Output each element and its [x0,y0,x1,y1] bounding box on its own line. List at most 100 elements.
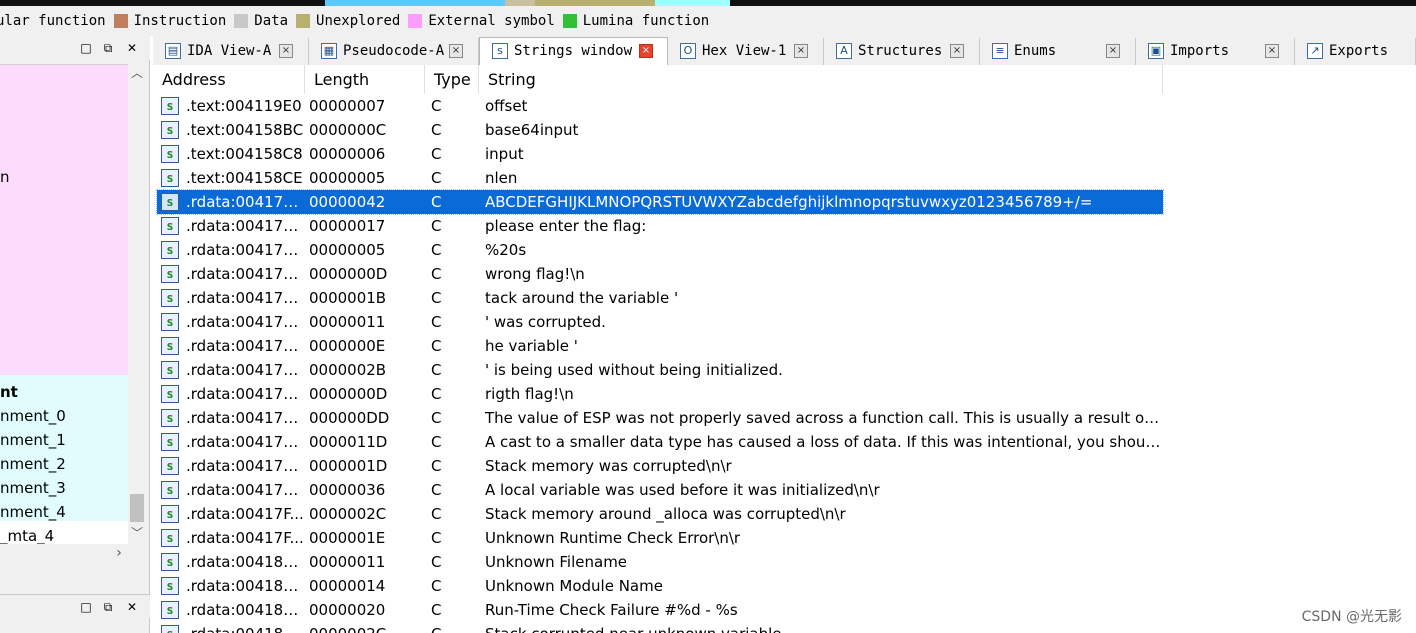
table-row[interactable]: s .rdata:00417E... 00000036 C A local variab… [157,478,1163,502]
close-tab-icon[interactable]: × [279,44,293,58]
list-item[interactable]: nment_0 [0,404,66,428]
close-tab-icon[interactable]: × [1265,44,1279,58]
table-row[interactable]: s .text:004158BC 0000000C Cbase64input [157,118,1163,142]
cell-string: A cast to a smaller data type has caused… [485,433,1161,451]
table-row[interactable]: s .rdata:00417C... 0000000E Che variable ' [157,334,1163,358]
list-item[interactable]: nment_4 [0,500,66,524]
close-tab-icon[interactable]: × [1106,44,1120,58]
string-literal-icon: s [161,505,179,523]
cell-string: Stack memory around _alloca was corrupte… [485,505,846,523]
string-literal-icon: s [161,97,179,115]
cell-string: base64input [485,121,579,139]
cell-string: ' is being used without being initialize… [485,361,783,379]
string-literal-icon: s [161,601,179,619]
tab-imports[interactable]: ▣ Imports × [1136,38,1295,65]
close-icon[interactable]: ✕ [124,40,140,56]
close-icon[interactable]: ✕ [124,599,140,615]
cell-address: .rdata:004180... [186,601,304,619]
cell-string: wrong flag!\n [485,265,585,283]
tab-pseudocode-a[interactable]: ▦ Pseudocode-A × [309,38,479,65]
table-row[interactable]: s .rdata:00417E... 0000001D C Stack memory w… [157,454,1163,478]
tab-structures[interactable]: A Structures × [824,38,980,65]
float-window-icon[interactable]: ⧉ [100,599,116,615]
table-row[interactable]: s .rdata:00417C... 0000002B C ' is being use… [157,358,1163,382]
cell-length: 0000000C [309,121,387,139]
tab-strings-window[interactable]: s Strings window × [479,37,668,66]
cell-address: .rdata:004180... [186,577,304,595]
hex-view-icon: O [680,43,696,59]
list-item[interactable]: n [0,165,10,189]
maximize-icon[interactable]: □ [78,40,94,56]
legend-item: Instruction [113,13,226,29]
cell-type: C [431,622,471,633]
table-row[interactable]: s .rdata:00417B... 00000017 Cplease enter t… [157,214,1163,238]
close-tab-icon[interactable]: × [449,44,463,58]
functions-vertical-scrollbar[interactable]: ︿ ﹀ [128,64,146,558]
legend-swatch [408,14,423,28]
tab-enums[interactable]: ≡ Enums × [980,38,1136,65]
tab-hex-view-1[interactable]: O Hex View-1 × [668,38,824,65]
table-row[interactable]: s .rdata:00417C... 000000DD C The value of E… [157,406,1163,430]
maximize-icon[interactable]: □ [78,599,94,615]
table-row[interactable]: s .rdata:00417C... 0000000D Crigth flag!\n [157,382,1163,406]
cell-length: 00000005 [309,241,386,259]
string-literal-icon: s [161,625,179,633]
string-literal-icon: s [161,385,179,403]
tab-label: Hex View-1 [702,43,787,59]
cell-string: ' was corrupted. [485,313,606,331]
scrollbar-thumb[interactable] [130,494,144,522]
column-header-address[interactable]: Address [153,65,305,94]
cell-address: .rdata:00417C... [186,361,304,379]
column-header-length[interactable]: Length [305,65,425,94]
tab-exports[interactable]: ↗ Exports [1295,38,1416,65]
table-row[interactable]: s .text:004158C8 00000006 Cinput [157,142,1163,166]
table-row[interactable]: s .rdata:00417B... 0000001B Ctack around th… [157,286,1163,310]
scroll-down-icon[interactable]: ﹀ [128,524,146,542]
cell-string: nlen [485,169,518,187]
column-header-string[interactable]: String [479,65,1163,94]
cell-length: 000000DD [309,409,390,427]
list-item[interactable]: nment_2 [0,452,66,476]
legend-item: ular function [0,13,106,29]
list-item[interactable]: nment_1 [0,428,66,452]
list-item[interactable]: nt [0,380,18,404]
functions-list[interactable]: n nt nment_0 nment_1 nment_2 nment_3 nme… [0,64,128,558]
string-literal-icon: s [161,433,179,451]
cell-type: C [431,577,442,595]
tab-label: Strings window [514,43,633,59]
functions-horizontal-scrollbar[interactable]: › [0,544,128,562]
scroll-up-icon[interactable]: ︿ [128,64,146,82]
table-row-selected[interactable]: s .rdata:00417B... 00000042 C ABCDEFGHIJKLMN… [156,189,1164,215]
column-header-type[interactable]: Type [425,65,479,94]
cell-string: Run-Time Check Failure #%d - %s [485,601,738,619]
string-literal-icon: s [161,361,179,379]
cell-length: 00000011 [309,553,386,571]
table-row[interactable]: s .rdata:00417F... 0000002C C Stack memory a… [157,502,1163,526]
table-row[interactable]: s .text:004119E0 00000007 Coffset [157,94,1163,118]
table-row[interactable]: s .rdata:004180... 00000020 C Run-Time Check… [157,598,1163,622]
string-literal-icon: s [161,553,179,571]
table-row[interactable]: s .rdata:00417F... 0000001E C Unknown Runtim… [157,526,1163,550]
tab-ida-view-a[interactable]: ▤ IDA View-A × [153,38,309,65]
table-row[interactable]: s .text:004158CE 00000005 Cnlen [157,166,1163,190]
table-row[interactable]: s .rdata:004180... 00000011 C Unknown Filena… [157,550,1163,574]
table-row[interactable]: s .rdata:004180... 0000002C C Stack corrupte… [157,622,1163,633]
table-row[interactable]: s .rdata:00417D... 0000011D C A cast to a sm… [157,430,1163,454]
close-tab-icon[interactable]: × [639,44,653,58]
close-tab-icon[interactable]: × [794,44,808,58]
table-row[interactable]: s .rdata:00417B... 00000005 C %20s [157,238,1163,262]
cell-string: please enter the flag: [485,217,647,235]
list-item[interactable]: nment_3 [0,476,66,500]
cell-address: .rdata:00417C... [186,337,304,355]
scroll-right-icon[interactable]: › [110,544,128,562]
string-literal-icon: s [161,337,179,355]
cell-type: C [431,361,442,379]
cell-address: .rdata:00417E... [186,457,304,475]
table-row[interactable]: s .rdata:004180... 00000014 C Unknown Module… [157,574,1163,598]
table-row[interactable]: s .rdata:00417B... 0000000D Cwrong flag!\n [157,262,1163,286]
close-tab-icon[interactable]: × [950,44,964,58]
cell-length: 00000036 [309,481,386,499]
legend-label: Unexplored [316,13,401,29]
float-window-icon[interactable]: ⧉ [100,40,116,56]
table-row[interactable]: s .rdata:00417B... 00000011 C ' was corrupte… [157,310,1163,334]
